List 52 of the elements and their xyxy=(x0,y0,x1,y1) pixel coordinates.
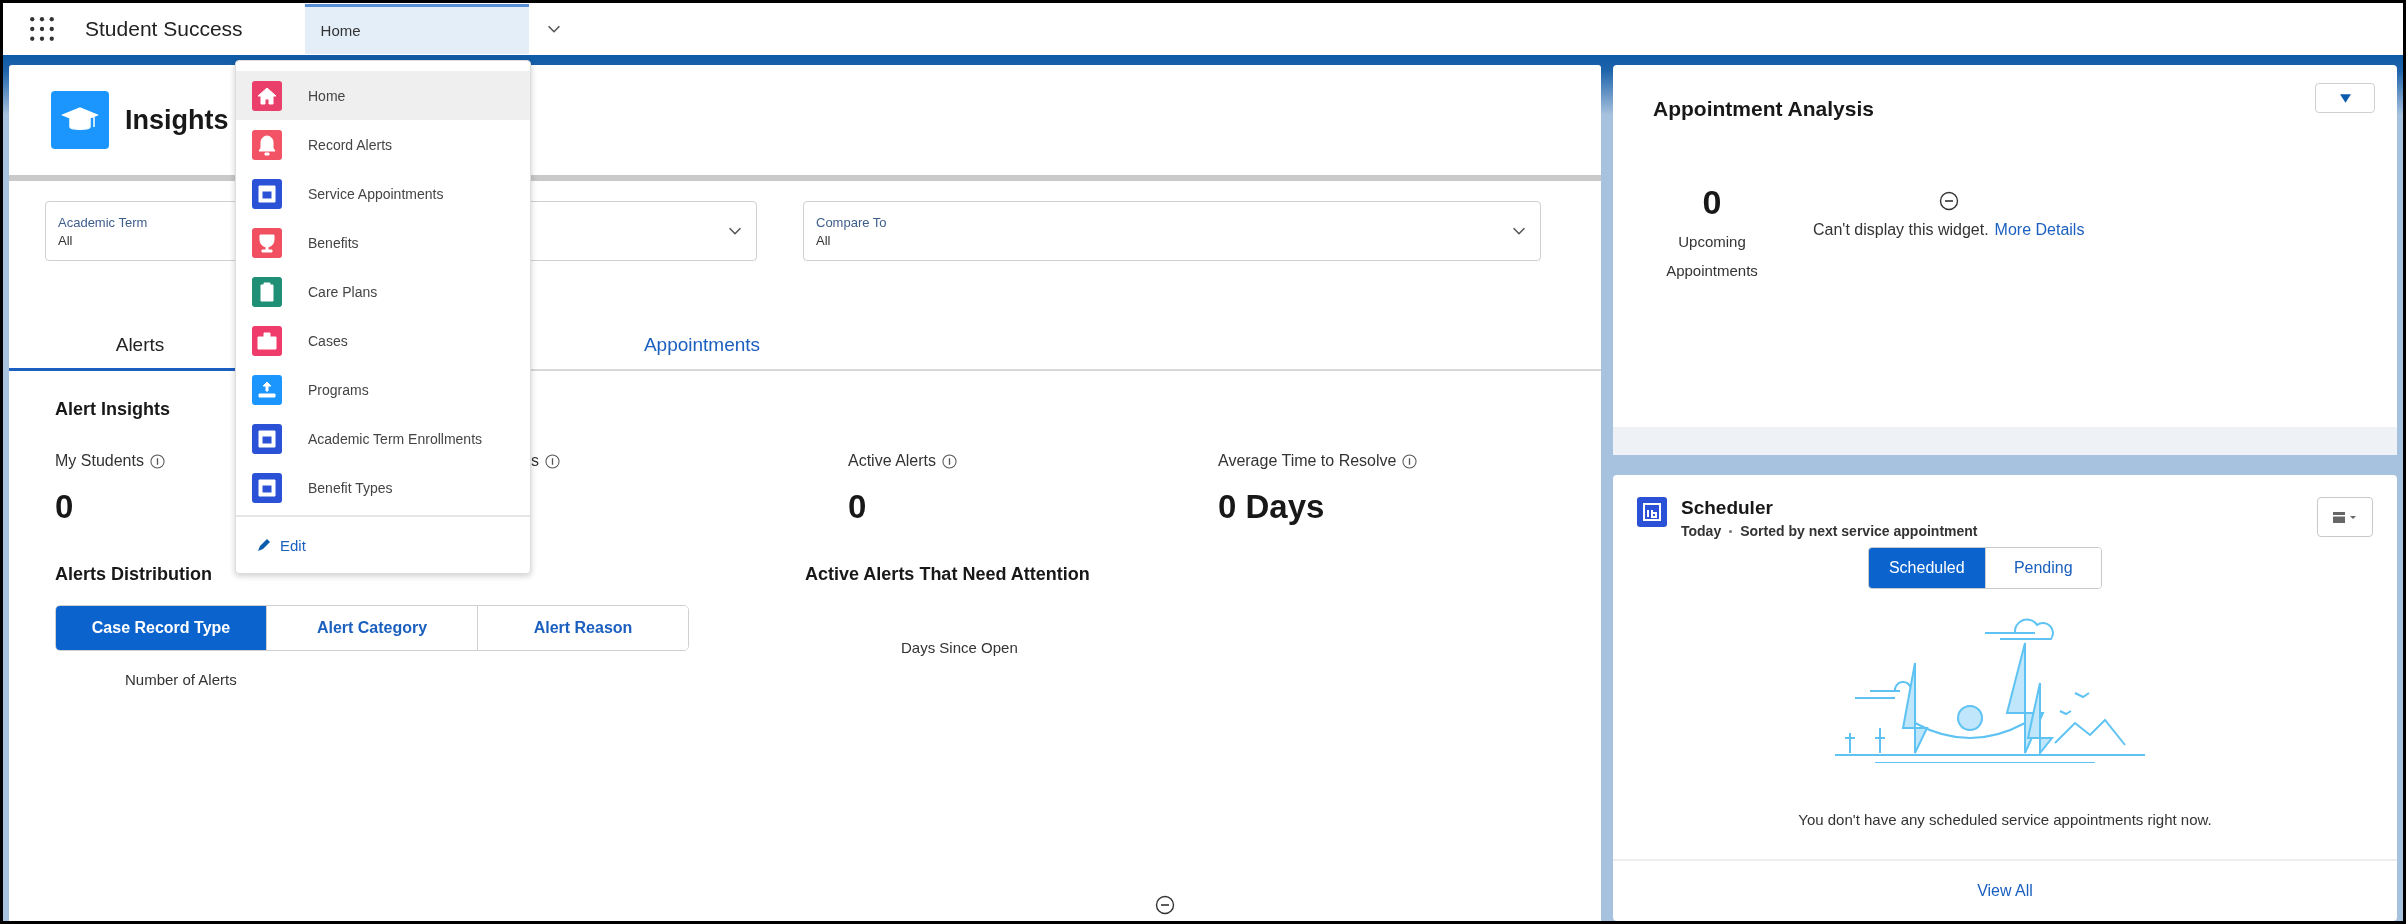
metric-label: My Students xyxy=(55,452,144,470)
no-data-icon xyxy=(1155,895,1175,915)
metric-value: 0 xyxy=(848,488,867,526)
axis-label: Days Since Open xyxy=(901,639,1019,656)
app-launcher-icon[interactable] xyxy=(29,16,55,42)
appointment-count: 0 xyxy=(1702,183,1722,222)
no-data-icon xyxy=(1938,191,1959,211)
app-name: Student Success xyxy=(85,17,243,41)
menu-item[interactable]: Benefit Types xyxy=(236,463,530,512)
section-title: Active Alerts That Need Attention xyxy=(805,564,1091,585)
metric-value: 0 Days xyxy=(1218,488,1325,526)
calendar-dropdown-button[interactable] xyxy=(2317,497,2373,537)
nav-tab[interactable]: Home xyxy=(304,4,529,54)
filter-dropdown[interactable]: Compare To All xyxy=(803,201,1541,261)
tab[interactable]: Appointments xyxy=(571,321,833,371)
calendar-icon xyxy=(2332,510,2358,524)
metric-label: s xyxy=(531,452,539,470)
metric-label: Active Alerts xyxy=(848,452,937,470)
triangle-down-icon xyxy=(2338,91,2352,105)
page-title: Insights xyxy=(125,104,229,136)
count-label: Upcoming Appointments xyxy=(1665,232,1759,281)
section-title: Alerts Distribution xyxy=(55,564,213,585)
separator-dot xyxy=(1729,529,1733,533)
segment-button[interactable]: Alert Reason xyxy=(477,606,688,650)
info-icon[interactable] xyxy=(942,453,958,469)
edit-button[interactable]: Edit xyxy=(252,532,310,558)
calendar-icon xyxy=(1637,497,1667,527)
info-icon[interactable] xyxy=(1402,453,1418,469)
pencil-icon xyxy=(256,537,272,553)
section-title: Alert Insights xyxy=(55,399,171,420)
menu-item[interactable]: Record Alerts xyxy=(236,120,530,169)
view-all-link[interactable]: View All xyxy=(1977,882,2033,900)
menu-item[interactable]: Academic Term Enrollments xyxy=(236,414,530,463)
menu-item[interactable]: Care Plans xyxy=(236,267,530,316)
card-title: Appointment Analysis xyxy=(1653,97,1874,121)
empty-state-message: You don't have any scheduled service appointments right now. xyxy=(1798,811,2212,828)
segment-button[interactable]: Case Record Type xyxy=(56,606,266,650)
graduation-cap-icon xyxy=(51,91,109,149)
filter-button[interactable] xyxy=(2315,83,2375,113)
metric-label: Average Time to Resolve xyxy=(1218,452,1397,470)
segment-button[interactable]: Pending xyxy=(1984,548,2101,588)
axis-label: Number of Alerts xyxy=(125,671,238,688)
card-title: Scheduler xyxy=(1681,497,1774,519)
sort-label: Sorted by next service appointment xyxy=(1740,523,1978,539)
widget-message: Can't display this widget. xyxy=(1813,221,1989,239)
menu-item[interactable]: Home xyxy=(236,71,530,120)
date-label: Today xyxy=(1681,523,1722,539)
metric-value: 0 xyxy=(55,488,74,526)
info-icon[interactable] xyxy=(149,453,165,469)
segment-button[interactable]: Scheduled xyxy=(1869,548,1985,588)
info-icon[interactable] xyxy=(545,453,560,469)
more-details-link[interactable]: More Details xyxy=(1994,221,2085,239)
